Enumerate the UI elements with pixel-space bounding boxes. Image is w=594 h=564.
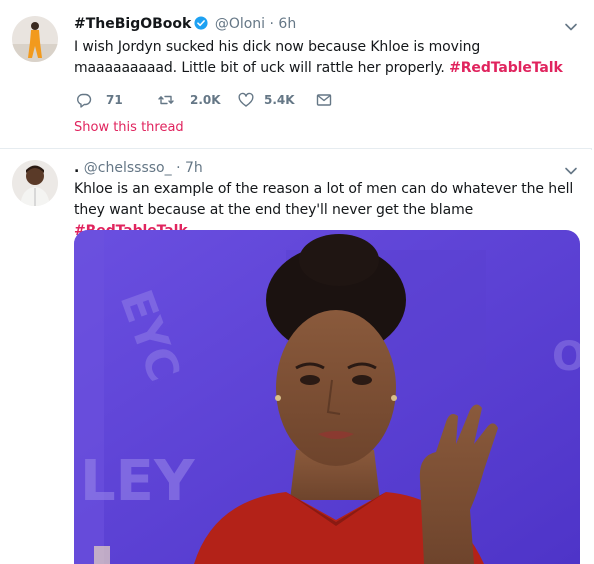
reply-icon — [77, 93, 92, 108]
like-button[interactable]: 5.4K — [238, 90, 308, 110]
tweet-body: I wish Jordyn sucked his dick now becaus… — [74, 39, 481, 76]
like-icon — [238, 92, 254, 107]
reply-button[interactable]: 71 — [76, 90, 136, 110]
direct-message-icon — [316, 94, 332, 106]
caret-down-icon[interactable] — [564, 20, 578, 34]
avatar-image — [12, 160, 58, 206]
gif-image: LEY EYC OF — [74, 230, 580, 564]
tweet-body: Khloe is an example of the reason a lot … — [74, 181, 574, 218]
show-thread-link[interactable]: Show this thread — [74, 120, 184, 135]
author-name[interactable]: #TheBigOBook — [74, 16, 191, 32]
background-lettering: LEY — [80, 449, 196, 514]
tweet-timestamp[interactable]: 7h — [185, 160, 203, 176]
tweet-text: I wish Jordyn sucked his dick now becaus… — [74, 37, 574, 79]
tweet-header: #TheBigOBook @Oloni · 6h — [74, 14, 562, 34]
separator-dot: · — [176, 160, 181, 176]
reply-count: 71 — [106, 93, 123, 107]
author-name[interactable]: . — [74, 160, 79, 176]
author-handle[interactable]: @chelsssso_ — [84, 160, 172, 176]
avatar-image — [12, 16, 58, 62]
retweet-icon — [158, 95, 174, 105]
caret-down-icon[interactable] — [564, 164, 578, 178]
tweet-item[interactable]: #TheBigOBook @Oloni · 6h I wish Jordyn s… — [0, 0, 592, 149]
verified-badge-icon — [194, 16, 208, 30]
retweet-count: 2.0K — [190, 93, 221, 107]
like-count: 5.4K — [264, 93, 295, 107]
direct-message-button[interactable] — [316, 90, 336, 110]
author-handle[interactable]: @Oloni — [215, 16, 265, 32]
timeline: #TheBigOBook @Oloni · 6h I wish Jordyn s… — [0, 0, 592, 564]
tweet-media-gif[interactable]: LEY EYC OF — [74, 230, 580, 564]
tweet-timestamp[interactable]: 6h — [278, 16, 296, 32]
tweet-item[interactable]: . @chelsssso_ · 7h Khloe is an example o… — [0, 150, 592, 564]
retweet-button[interactable]: 2.0K — [158, 90, 228, 110]
hashtag-link[interactable]: #RedTableTalk — [449, 60, 563, 76]
avatar[interactable] — [12, 16, 58, 62]
tweet-header: . @chelsssso_ · 7h — [74, 158, 562, 178]
separator-dot: · — [269, 16, 274, 32]
background-lettering: OF — [552, 334, 580, 380]
avatar[interactable] — [12, 160, 58, 206]
